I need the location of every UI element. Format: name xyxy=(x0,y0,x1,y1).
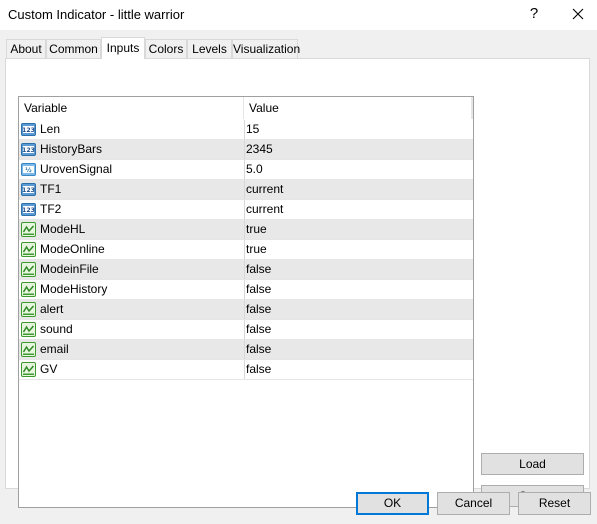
help-button[interactable]: ? xyxy=(525,4,543,24)
table-row[interactable]: 123 Len 15 xyxy=(19,120,473,140)
ok-button[interactable]: OK xyxy=(356,492,429,515)
svg-text:123: 123 xyxy=(22,207,35,214)
column-divider xyxy=(244,260,245,279)
title-bar: Custom Indicator - little warrior ? xyxy=(0,0,597,30)
column-divider xyxy=(244,180,245,199)
table-row[interactable]: email false xyxy=(19,340,473,360)
column-divider xyxy=(244,320,245,339)
column-divider xyxy=(244,140,245,159)
variable-value[interactable]: 2345 xyxy=(246,140,471,159)
tab-colors[interactable]: Colors xyxy=(145,39,187,58)
variable-name: UrovenSignal xyxy=(40,162,113,176)
svg-text:123: 123 xyxy=(22,127,35,134)
variable-name: TF1 xyxy=(40,182,62,196)
column-divider xyxy=(244,300,245,319)
table-row[interactable]: 123 TF2 current xyxy=(19,200,473,220)
variable-value[interactable]: 15 xyxy=(246,120,471,139)
bool-icon xyxy=(21,282,36,297)
grid-rows: 123 Len 15 123 HistoryBars 2345 ½ UrovenSignal 5… xyxy=(19,120,473,380)
int-icon: 123 xyxy=(21,142,36,157)
variable-name: ModeOnline xyxy=(40,242,105,256)
bool-icon xyxy=(21,262,36,277)
double-icon: ½ xyxy=(21,162,36,177)
variable-value[interactable]: false xyxy=(246,360,471,379)
variable-value[interactable]: false xyxy=(246,300,471,319)
variable-name: ModeHistory xyxy=(40,282,108,296)
variable-value[interactable]: false xyxy=(246,320,471,339)
bool-icon xyxy=(21,242,36,257)
cancel-button[interactable]: Cancel xyxy=(437,492,510,515)
inputs-panel: Variable Value 123 Len 15 123 HistoryBars 234… xyxy=(5,58,590,508)
table-row[interactable]: alert false xyxy=(19,300,473,320)
bool-icon xyxy=(21,302,36,317)
table-row[interactable]: GV false xyxy=(19,360,473,380)
table-row[interactable]: sound false xyxy=(19,320,473,340)
variable-name: email xyxy=(40,342,69,356)
variable-name: GV xyxy=(40,362,58,376)
column-divider xyxy=(244,120,245,139)
variable-value[interactable]: false xyxy=(246,340,471,359)
header-edge xyxy=(471,97,473,119)
column-divider xyxy=(244,360,245,379)
grid-header: Variable Value xyxy=(19,97,473,119)
int-icon: 123 xyxy=(21,202,36,217)
tab-visualization[interactable]: Visualization xyxy=(232,39,300,58)
variable-value[interactable]: 5.0 xyxy=(246,160,471,179)
column-divider xyxy=(244,240,245,259)
bool-icon xyxy=(21,222,36,237)
column-divider xyxy=(244,220,245,239)
variable-name: TF2 xyxy=(40,202,62,216)
variable-value[interactable]: current xyxy=(246,180,471,199)
tab-levels[interactable]: Levels xyxy=(187,39,232,58)
variable-value[interactable]: true xyxy=(246,220,471,239)
column-divider xyxy=(244,200,245,219)
int-icon: 123 xyxy=(21,182,36,197)
column-header-variable[interactable]: Variable xyxy=(19,97,244,119)
table-row[interactable]: ModeOnline true xyxy=(19,240,473,260)
inputs-grid[interactable]: Variable Value 123 Len 15 123 HistoryBars 234… xyxy=(18,96,474,508)
svg-text:123: 123 xyxy=(22,187,35,194)
variable-value[interactable]: false xyxy=(246,260,471,279)
table-row[interactable]: ½ UrovenSignal 5.0 xyxy=(19,160,473,180)
svg-text:123: 123 xyxy=(22,147,35,154)
dialog-body: About Common Inputs Colors Levels Visual… xyxy=(0,30,597,524)
table-row[interactable]: 123 HistoryBars 2345 xyxy=(19,140,473,160)
bool-icon xyxy=(21,362,36,377)
column-divider xyxy=(244,340,245,359)
close-icon xyxy=(572,8,584,20)
variable-name: Len xyxy=(40,122,61,136)
bool-icon xyxy=(21,342,36,357)
int-icon: 123 xyxy=(21,122,36,137)
tab-common[interactable]: Common xyxy=(46,39,101,58)
variable-name: HistoryBars xyxy=(40,142,103,156)
tab-inputs[interactable]: Inputs xyxy=(101,37,145,59)
reset-button[interactable]: Reset xyxy=(518,492,591,515)
table-row[interactable]: ModeHistory false xyxy=(19,280,473,300)
variable-value[interactable]: true xyxy=(246,240,471,259)
column-header-value[interactable]: Value xyxy=(244,97,473,119)
bool-icon xyxy=(21,322,36,337)
close-button[interactable] xyxy=(568,4,588,24)
column-divider xyxy=(244,160,245,179)
window-title: Custom Indicator - little warrior xyxy=(8,7,185,22)
load-button[interactable]: Load xyxy=(481,453,584,475)
table-row[interactable]: 123 TF1 current xyxy=(19,180,473,200)
variable-name: sound xyxy=(40,322,73,336)
variable-name: ModeHL xyxy=(40,222,86,236)
table-row[interactable]: ModeinFile false xyxy=(19,260,473,280)
table-row[interactable]: ModeHL true xyxy=(19,220,473,240)
svg-text:½: ½ xyxy=(25,166,32,174)
variable-value[interactable]: current xyxy=(246,200,471,219)
column-divider xyxy=(244,280,245,299)
variable-name: ModeinFile xyxy=(40,262,99,276)
variable-name: alert xyxy=(40,302,64,316)
tab-about[interactable]: About xyxy=(6,39,46,58)
variable-value[interactable]: false xyxy=(246,280,471,299)
